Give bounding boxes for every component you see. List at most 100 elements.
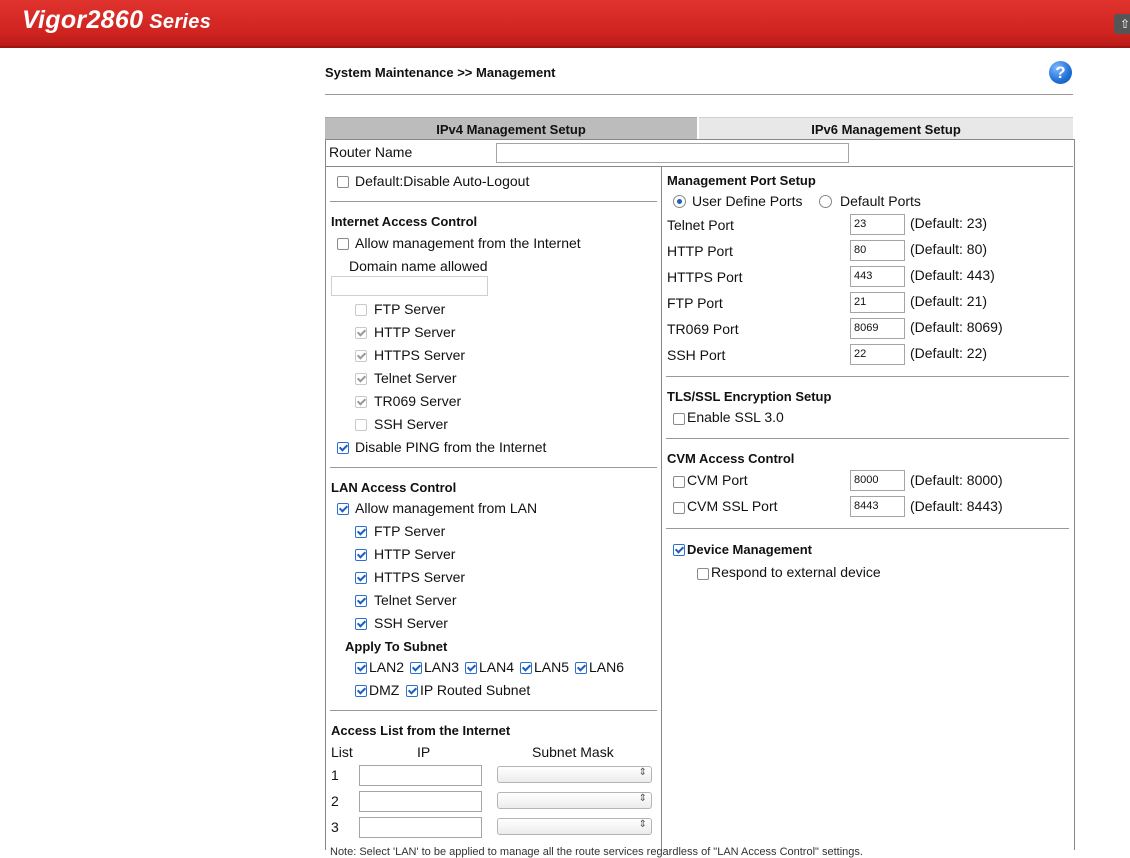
internet-tr069-checkbox[interactable] bbox=[355, 396, 367, 408]
lan-http-checkbox[interactable] bbox=[355, 549, 367, 561]
tr069-port-label: TR069 Port bbox=[667, 321, 739, 337]
subnet-lan5-label: LAN5 bbox=[534, 659, 570, 675]
cvm-ssl-port-default: (Default: 8443) bbox=[910, 498, 1003, 514]
cvm-ssl-port-input[interactable]: 8443 bbox=[850, 496, 905, 517]
internet-http-label: HTTP Server bbox=[374, 324, 456, 340]
subnet-lan2-label: LAN2 bbox=[369, 659, 405, 675]
subnet-lan4-checkbox[interactable] bbox=[465, 662, 477, 674]
telnet-port-input[interactable]: 23 bbox=[850, 214, 905, 235]
logout-icon[interactable]: ⇧ bbox=[1114, 14, 1130, 34]
access-list-ip-input[interactable] bbox=[359, 791, 482, 812]
access-list-mask-select[interactable] bbox=[497, 818, 652, 835]
help-icon[interactable]: ? bbox=[1049, 61, 1072, 84]
subnet-dmz-label: DMZ bbox=[369, 682, 400, 698]
enable-ssl3-checkbox[interactable] bbox=[673, 413, 685, 425]
device-mgmt-label: Device Management bbox=[687, 542, 812, 557]
internet-http-checkbox[interactable] bbox=[355, 327, 367, 339]
divider bbox=[325, 94, 1073, 95]
lan-telnet-checkbox[interactable] bbox=[355, 595, 367, 607]
telnet-port-default: (Default: 23) bbox=[910, 215, 988, 231]
allow-lan-label: Allow management from LAN bbox=[355, 500, 538, 516]
subnet-ip-routed-checkbox[interactable] bbox=[406, 685, 418, 697]
subnet-lan3-checkbox[interactable] bbox=[410, 662, 422, 674]
access-list-col-list: List bbox=[331, 744, 353, 760]
internet-ssh-checkbox[interactable] bbox=[355, 419, 367, 431]
cvm-port-input[interactable]: 8000 bbox=[850, 470, 905, 491]
divider bbox=[666, 438, 1069, 439]
ftp-port-input[interactable]: 21 bbox=[850, 292, 905, 313]
http-port-input[interactable]: 80 bbox=[850, 240, 905, 261]
tr069-port-default: (Default: 8069) bbox=[910, 319, 1003, 335]
subnet-ip-routed-label: IP Routed Subnet bbox=[420, 682, 531, 698]
lan-access-title: LAN Access Control bbox=[331, 480, 457, 495]
allow-internet-checkbox[interactable] bbox=[337, 238, 349, 250]
internet-telnet-label: Telnet Server bbox=[374, 370, 457, 386]
cvm-port-checkbox[interactable] bbox=[673, 476, 685, 488]
user-define-ports-radio[interactable] bbox=[673, 195, 686, 208]
internet-https-checkbox[interactable] bbox=[355, 350, 367, 362]
auto-logout-label: Default:Disable Auto-Logout bbox=[355, 173, 530, 189]
respond-external-checkbox[interactable] bbox=[697, 568, 709, 580]
access-list-mask-select[interactable] bbox=[497, 766, 652, 783]
subnet-lan6-label: LAN6 bbox=[589, 659, 625, 675]
ssh-port-default: (Default: 22) bbox=[910, 345, 988, 361]
mgmt-port-title: Management Port Setup bbox=[667, 173, 816, 188]
divider bbox=[666, 528, 1069, 529]
access-list-row-number: 1 bbox=[331, 767, 339, 783]
internet-telnet-checkbox[interactable] bbox=[355, 373, 367, 385]
lan-telnet-label: Telnet Server bbox=[374, 592, 457, 608]
disable-ping-checkbox[interactable] bbox=[337, 442, 349, 454]
subnet-lan5-checkbox[interactable] bbox=[520, 662, 532, 674]
tr069-port-input[interactable]: 8069 bbox=[850, 318, 905, 339]
footnote: Note: Select 'LAN' to be applied to mana… bbox=[330, 846, 863, 858]
cvm-ssl-port-label: CVM SSL Port bbox=[687, 498, 778, 514]
router-name-label: Router Name bbox=[329, 144, 413, 160]
subnet-lan2-checkbox[interactable] bbox=[355, 662, 367, 674]
access-list-ip-input[interactable] bbox=[359, 817, 482, 838]
domain-input[interactable] bbox=[331, 276, 488, 296]
disable-ping-label: Disable PING from the Internet bbox=[355, 439, 547, 455]
lan-http-label: HTTP Server bbox=[374, 546, 456, 562]
lan-ftp-label: FTP Server bbox=[374, 523, 446, 539]
tab-ipv4[interactable]: IPv4 Management Setup bbox=[325, 117, 697, 139]
subnet-dmz-checkbox[interactable] bbox=[355, 685, 367, 697]
ssh-port-input[interactable]: 22 bbox=[850, 344, 905, 365]
subnet-lan6-checkbox[interactable] bbox=[575, 662, 587, 674]
cvm-port-default: (Default: 8000) bbox=[910, 472, 1003, 488]
device-mgmt-checkbox[interactable] bbox=[673, 544, 685, 556]
divider bbox=[330, 467, 657, 468]
internet-ftp-label: FTP Server bbox=[374, 301, 446, 317]
https-port-label: HTTPS Port bbox=[667, 269, 743, 285]
telnet-port-label: Telnet Port bbox=[667, 217, 734, 233]
access-list-ip-input[interactable] bbox=[359, 765, 482, 786]
access-list-mask-select[interactable] bbox=[497, 792, 652, 809]
ftp-port-label: FTP Port bbox=[667, 295, 723, 311]
https-port-input[interactable]: 443 bbox=[850, 266, 905, 287]
lan-ftp-checkbox[interactable] bbox=[355, 526, 367, 538]
lan-ssh-label: SSH Server bbox=[374, 615, 448, 631]
allow-lan-checkbox[interactable] bbox=[337, 503, 349, 515]
http-port-default: (Default: 80) bbox=[910, 241, 988, 257]
ssh-port-label: SSH Port bbox=[667, 347, 726, 363]
tab-ipv6[interactable]: IPv6 Management Setup bbox=[699, 117, 1073, 139]
access-list-row-number: 2 bbox=[331, 793, 339, 809]
cvm-title: CVM Access Control bbox=[667, 451, 795, 466]
respond-external-label: Respond to external device bbox=[711, 564, 881, 580]
subnet-lan3-label: LAN3 bbox=[424, 659, 460, 675]
default-ports-radio[interactable] bbox=[819, 195, 832, 208]
divider bbox=[330, 201, 657, 202]
cvm-ssl-port-checkbox[interactable] bbox=[673, 502, 685, 514]
https-port-default: (Default: 443) bbox=[910, 267, 995, 283]
auto-logout-checkbox[interactable] bbox=[337, 176, 349, 188]
access-list-row-number: 3 bbox=[331, 819, 339, 835]
lan-ssh-checkbox[interactable] bbox=[355, 618, 367, 630]
divider bbox=[666, 376, 1069, 377]
http-port-label: HTTP Port bbox=[667, 243, 733, 259]
lan-https-checkbox[interactable] bbox=[355, 572, 367, 584]
internet-ssh-label: SSH Server bbox=[374, 416, 448, 432]
lan-https-label: HTTPS Server bbox=[374, 569, 466, 585]
access-list-col-mask: Subnet Mask bbox=[532, 744, 614, 760]
internet-ftp-checkbox[interactable] bbox=[355, 304, 367, 316]
default-ports-label: Default Ports bbox=[840, 193, 921, 209]
router-name-input[interactable] bbox=[496, 143, 849, 163]
